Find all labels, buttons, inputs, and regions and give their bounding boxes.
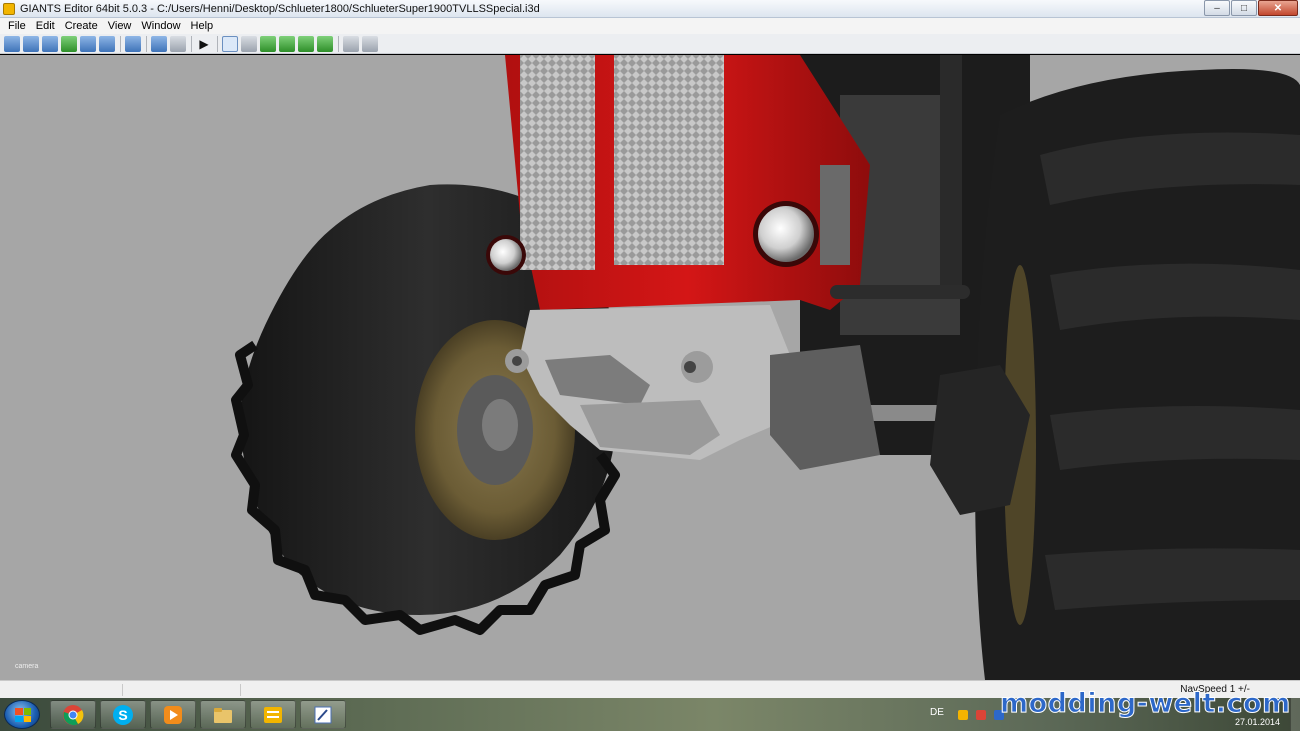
side-vent (820, 165, 850, 265)
scene-graph-icon[interactable] (125, 35, 141, 52)
grass-paint-icon[interactable] (317, 35, 333, 52)
giants-app-icon (3, 2, 15, 15)
paint-icon (314, 706, 332, 723)
menu-file[interactable]: File (3, 20, 31, 32)
menu-window[interactable]: Window (136, 20, 185, 32)
network-icon[interactable] (362, 35, 378, 52)
terrain-sculpt-icon[interactable] (260, 35, 276, 52)
status-divider (240, 684, 241, 696)
tractor-render (231, 55, 1300, 680)
taskbar-chrome[interactable] (50, 700, 96, 729)
toolbar-separator (120, 35, 121, 52)
refresh-icon[interactable] (61, 35, 77, 52)
headlight-left-lens (490, 239, 522, 271)
taskbar-media-player[interactable] (150, 700, 196, 729)
menu-help[interactable]: Help (186, 20, 219, 32)
watermark-logo: modding-welt.com (1000, 688, 1291, 720)
select-icon[interactable] (222, 35, 238, 52)
tow-eye-right-hole (684, 361, 696, 373)
headlight-right-lens (758, 206, 814, 262)
undo-icon[interactable] (151, 35, 167, 52)
minimize-button[interactable]: ‒ (1204, 0, 1230, 16)
toolbar-separator (338, 35, 339, 52)
windows-logo-icon (15, 708, 31, 722)
redo-icon[interactable] (170, 35, 186, 52)
tow-eye-left-hole (512, 356, 522, 366)
status-divider (122, 684, 123, 696)
tray-icon[interactable] (958, 710, 968, 720)
toolbar-separator (217, 35, 218, 52)
file-explorer-icon (214, 707, 232, 723)
title-bar: GIANTS Editor 64bit 5.0.3 - C:/Users/Hen… (0, 0, 1300, 18)
grille-left (520, 55, 595, 270)
new-icon[interactable] (4, 35, 20, 52)
taskbar-skype[interactable]: S (100, 700, 146, 729)
start-button[interactable] (4, 700, 40, 729)
open-icon[interactable] (23, 35, 39, 52)
save-all-icon[interactable] (99, 35, 115, 52)
menu-create[interactable]: Create (60, 20, 103, 32)
show-desktop-button[interactable] (1290, 698, 1300, 731)
camera-label: camera (15, 663, 39, 670)
menu-bar: File Edit Create View Window Help (0, 18, 1300, 34)
taskbar-paint[interactable] (300, 700, 346, 729)
toolbar: ▶ (0, 34, 1300, 54)
window-controls: ‒ □ ✕ (1203, 0, 1298, 16)
taskbar-file-explorer[interactable] (200, 700, 246, 729)
front-weight-lower (580, 400, 720, 455)
exhaust-pipe (940, 55, 962, 295)
settings-icon[interactable] (343, 35, 359, 52)
toolbar-separator (191, 35, 192, 52)
tray-icon[interactable] (976, 710, 986, 720)
import-icon[interactable] (42, 35, 58, 52)
magnet-icon[interactable] (241, 35, 257, 52)
menu-edit[interactable]: Edit (31, 20, 60, 32)
play-icon[interactable]: ▶ (196, 36, 212, 52)
media-player-icon (164, 705, 182, 724)
close-button[interactable]: ✕ (1258, 0, 1298, 16)
giants-editor-icon (264, 706, 282, 723)
steering-rod (830, 285, 970, 299)
svg-text:S: S (118, 707, 127, 723)
toolbar-separator (146, 35, 147, 52)
foliage-paint-icon[interactable] (298, 35, 314, 52)
input-language[interactable]: DE (930, 707, 944, 718)
grille-right (614, 55, 724, 265)
3d-viewport[interactable]: camera (0, 55, 1300, 680)
terrain-paint-icon[interactable] (279, 35, 295, 52)
chrome-icon (63, 704, 84, 725)
maximize-button[interactable]: □ (1231, 0, 1257, 16)
window-title: GIANTS Editor 64bit 5.0.3 - C:/Users/Hen… (20, 2, 540, 15)
taskbar-giants-editor[interactable] (250, 700, 296, 729)
left-hub-cap (482, 399, 518, 451)
skype-icon: S (113, 704, 133, 725)
save-icon[interactable] (80, 35, 96, 52)
menu-view[interactable]: View (103, 20, 137, 32)
